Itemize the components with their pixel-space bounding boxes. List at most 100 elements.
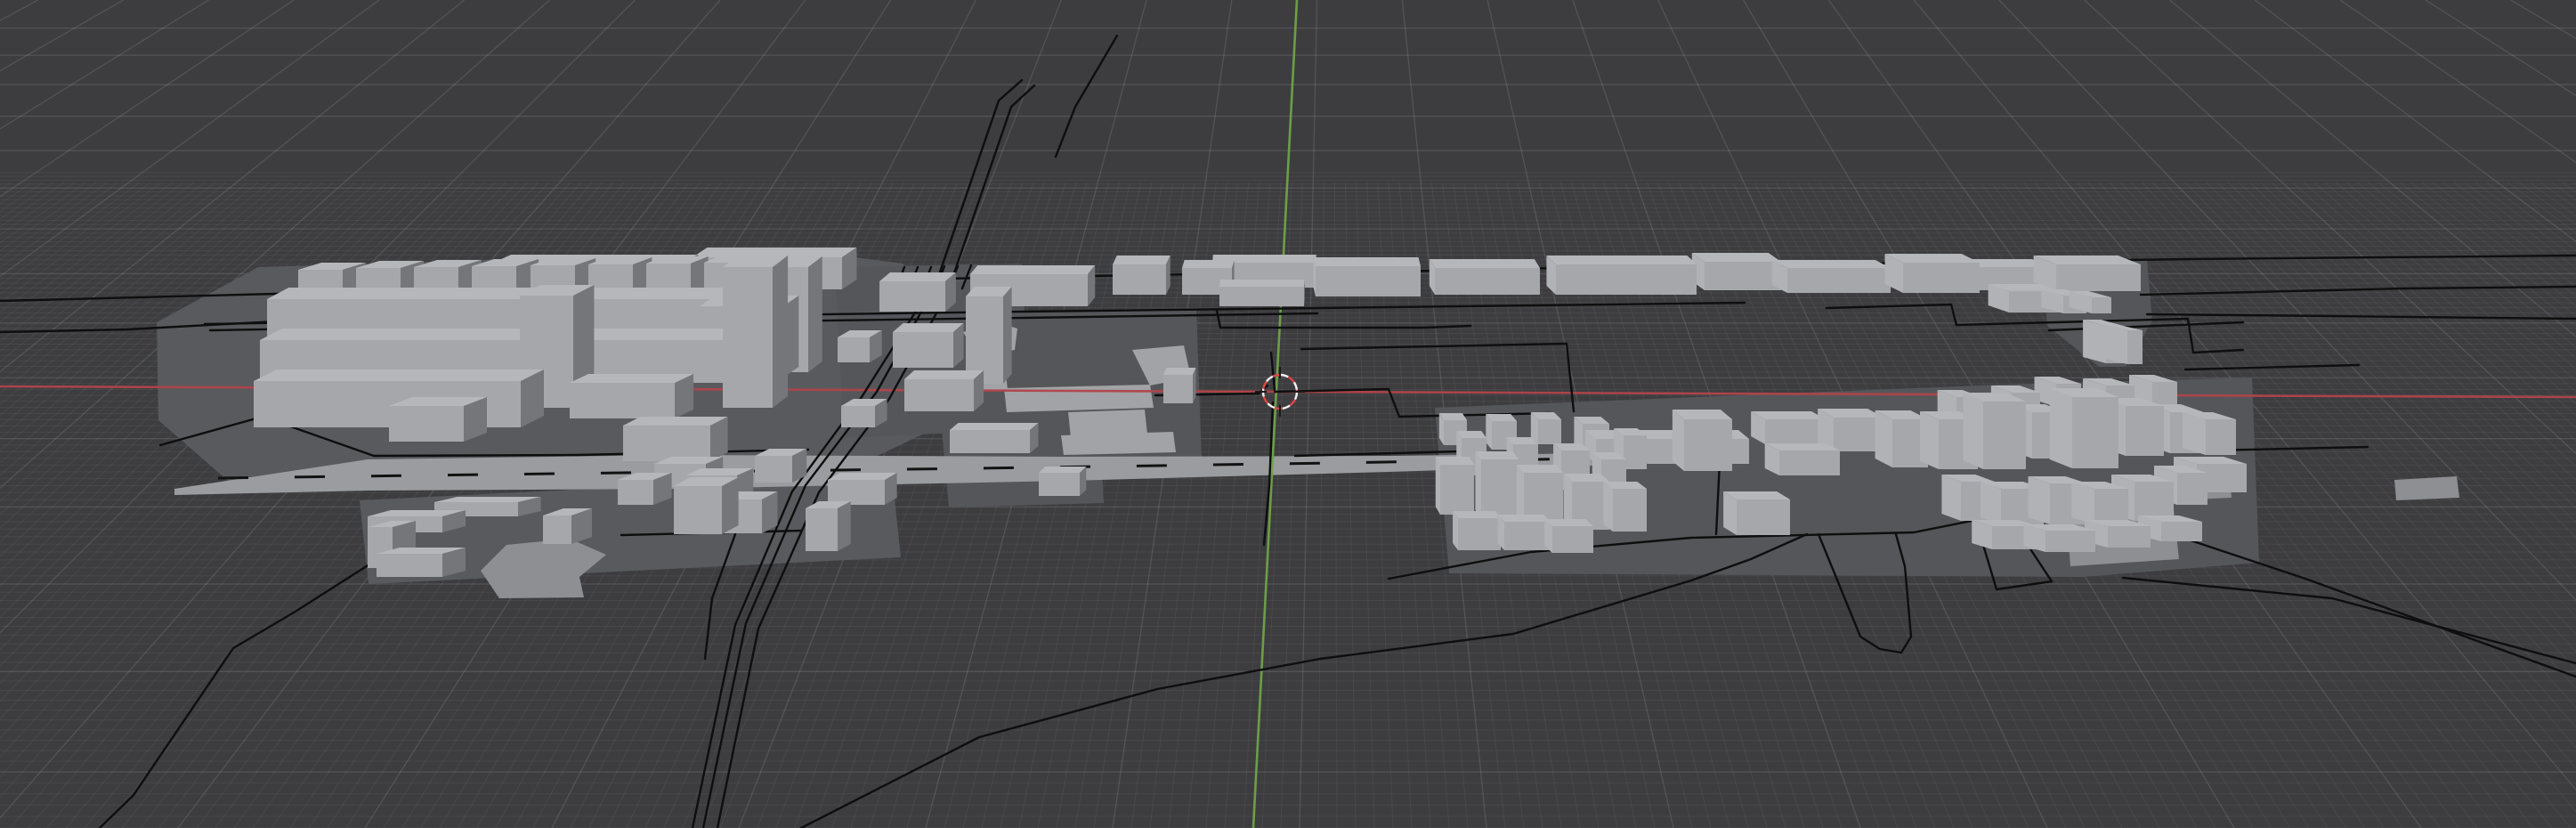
building-side xyxy=(1920,411,1939,469)
building-front xyxy=(1613,489,1647,532)
building-front xyxy=(828,480,885,505)
building xyxy=(1475,451,1519,518)
building-front xyxy=(2056,264,2141,291)
building-roof xyxy=(1772,260,1891,268)
building xyxy=(841,399,887,427)
building-pad xyxy=(2394,476,2459,500)
building-front xyxy=(1765,419,1826,444)
building xyxy=(1751,411,1826,444)
building-front xyxy=(2108,526,2151,548)
building xyxy=(1885,254,1980,293)
building-roof xyxy=(1430,259,1540,268)
building xyxy=(966,287,1012,384)
building-front xyxy=(2152,382,2177,407)
building-roof xyxy=(1182,260,1235,268)
building-roof xyxy=(893,323,964,332)
building xyxy=(1113,256,1171,295)
building-side xyxy=(1875,410,1892,467)
building xyxy=(1314,257,1421,296)
building-front xyxy=(543,515,571,544)
building xyxy=(1430,259,1540,295)
building-front xyxy=(1705,262,1781,290)
building-side xyxy=(1941,475,1961,521)
building xyxy=(674,477,739,534)
building-roof xyxy=(1517,465,1563,473)
building-front xyxy=(377,554,442,577)
building-roof xyxy=(904,370,984,379)
building-roof xyxy=(570,374,693,383)
building-roof xyxy=(1436,457,1474,465)
building xyxy=(879,272,956,312)
building-roof xyxy=(828,473,897,480)
building-front xyxy=(2177,473,2207,505)
building-front xyxy=(1624,435,1647,469)
building xyxy=(1723,491,1790,535)
building-front xyxy=(1903,263,1980,293)
building-side xyxy=(2083,320,2106,363)
building xyxy=(1498,515,1551,550)
building-side xyxy=(1673,410,1684,471)
building-front xyxy=(2161,522,2202,541)
building xyxy=(1544,519,1593,553)
building-roof xyxy=(1314,257,1421,266)
building-front xyxy=(570,383,675,418)
building-front xyxy=(950,430,1030,453)
building-front xyxy=(838,337,870,362)
building-front xyxy=(674,486,722,534)
building-side xyxy=(1981,482,2001,524)
building xyxy=(623,417,728,461)
building xyxy=(570,374,693,418)
building-roof xyxy=(1219,280,1305,287)
building xyxy=(806,501,851,551)
building-roof xyxy=(254,369,544,381)
building-side xyxy=(2183,412,2206,455)
building-front xyxy=(723,267,773,408)
building-front xyxy=(893,332,953,368)
building-front xyxy=(1039,473,1080,496)
building-front xyxy=(904,379,974,411)
building-roof xyxy=(1498,515,1551,522)
building xyxy=(1453,511,1501,550)
building-front xyxy=(2094,489,2128,524)
building-front xyxy=(1316,266,1421,296)
building xyxy=(723,256,788,408)
building-front xyxy=(1538,419,1561,444)
building xyxy=(828,473,897,505)
building xyxy=(1531,412,1561,444)
building xyxy=(1163,368,1196,403)
building-roof xyxy=(1163,368,1196,375)
building-front xyxy=(1440,465,1474,515)
building xyxy=(2104,325,2143,364)
building-roof xyxy=(1475,451,1519,459)
building xyxy=(377,548,466,577)
building-front xyxy=(1163,375,1193,403)
building xyxy=(1039,467,1086,496)
building-front xyxy=(2206,419,2236,455)
building-front xyxy=(879,281,945,312)
building xyxy=(2023,524,2095,552)
blender-viewport[interactable] xyxy=(0,0,2576,828)
building-front xyxy=(1737,499,1790,535)
building-pad xyxy=(1004,385,1154,412)
building-roof xyxy=(1692,253,1781,262)
building xyxy=(893,323,964,368)
building-side xyxy=(838,501,851,551)
building-roof xyxy=(1113,256,1171,264)
building xyxy=(618,473,672,505)
building-roof xyxy=(950,423,1038,430)
building xyxy=(2050,388,2118,468)
building xyxy=(1603,482,1647,532)
building-front xyxy=(806,508,838,551)
building-front xyxy=(2072,397,2118,468)
building-roof xyxy=(970,265,1095,274)
building-front xyxy=(1435,268,1540,295)
building-side xyxy=(722,477,739,534)
building xyxy=(1673,410,1732,471)
building-side xyxy=(2104,325,2127,364)
building-side xyxy=(1603,482,1613,532)
building-side xyxy=(2029,476,2050,524)
building xyxy=(838,330,882,362)
building-roof xyxy=(1546,256,1697,264)
building-side xyxy=(1964,393,1983,469)
building-front xyxy=(1113,264,1166,295)
